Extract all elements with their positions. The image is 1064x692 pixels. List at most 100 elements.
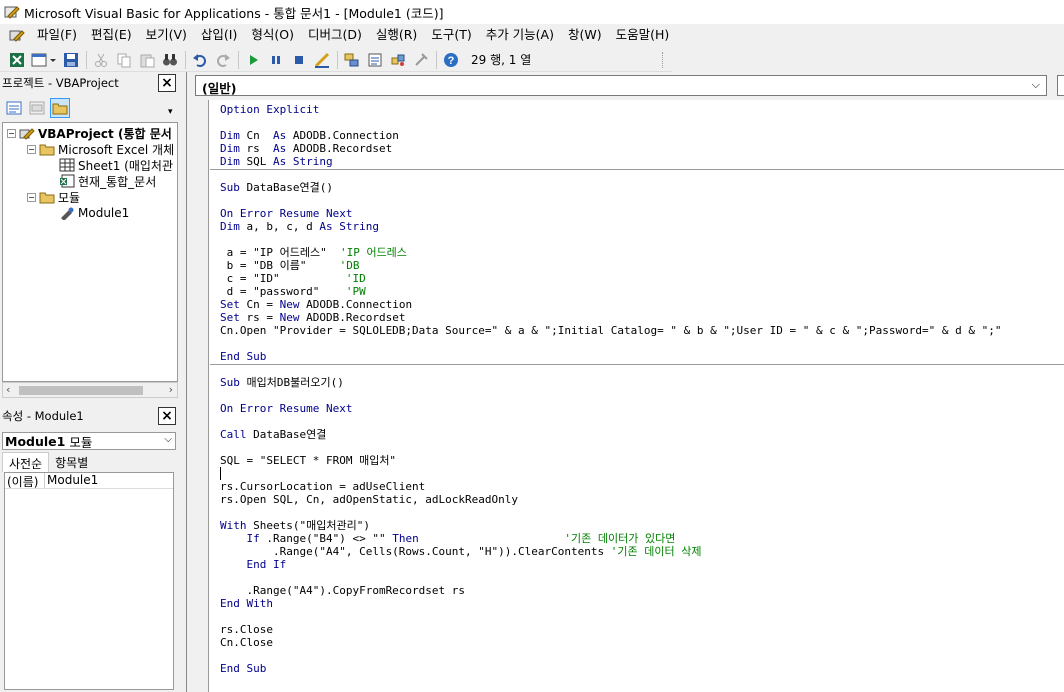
object-combo[interactable]: (일반) ⌵ [195,75,1047,96]
project-horizontal-scrollbar[interactable]: ‹ › [2,382,178,398]
menu-window[interactable]: 창(W) [561,25,609,45]
menu-help[interactable]: 도움말(H) [609,25,677,45]
view-excel-button[interactable] [6,49,28,71]
code-line[interactable]: b = "DB 이름" 'DB [220,259,360,272]
menu-run[interactable]: 실행(R) [369,25,424,45]
tree-node-excel-objects[interactable]: − Microsoft Excel 개체 [27,141,174,157]
code-line[interactable]: End Sub [220,662,266,675]
scroll-right-icon[interactable]: › [169,383,173,396]
close-properties-button[interactable]: × [158,407,176,425]
run-button[interactable] [242,49,264,71]
code-line[interactable]: Dim a, b, c, d As String [220,220,379,233]
toggle-folders-button[interactable] [50,98,70,118]
code-line[interactable]: .Range("A4").CopyFromRecordset rs [220,584,465,597]
toolbar-overflow-grip[interactable] [662,52,668,68]
cut-button[interactable] [90,49,112,71]
code-editor[interactable]: Option Explicit Dim Cn As ADODB.Connectio… [210,100,1064,692]
tab-alphabetic[interactable]: 사전순 [2,452,50,472]
code-margin[interactable] [187,100,209,692]
code-line[interactable]: c = "ID" 'ID [220,272,366,285]
redo-button[interactable] [212,49,234,71]
break-button[interactable] [265,49,287,71]
menu-format[interactable]: 형식(O) [244,25,301,45]
code-line[interactable]: rs.CursorLocation = adUseClient [220,480,425,493]
code-line[interactable]: Dim rs As ADODB.Recordset [220,142,392,155]
code-line[interactable]: Option Explicit [220,103,319,116]
code-line[interactable]: Cn.Open "Provider = SQLOLEDB;Data Source… [220,324,1001,337]
reset-button[interactable] [288,49,310,71]
collapse-toggle[interactable]: − [27,144,36,154]
code-line[interactable]: Set rs = New ADODB.Recordset [220,311,405,324]
menu-insert[interactable]: 삽입(I) [194,25,244,45]
code-line[interactable]: rs.Close [220,623,273,636]
code-line[interactable]: On Error Resume Next [220,207,352,220]
menu-view[interactable]: 보기(V) [139,25,194,45]
code-line[interactable]: On Error Resume Next [220,402,352,415]
folder-icon [52,103,68,115]
tree-node-modules[interactable]: − 모듈 [27,189,80,205]
undo-button[interactable] [189,49,211,71]
project-explorer-button[interactable] [341,49,363,71]
code-line[interactable]: a = "IP 어드레스" 'IP 어드레스 [220,246,407,259]
procedure-combo[interactable] [1057,75,1064,96]
code-line[interactable]: Cn.Close [220,636,273,649]
tree-node-module1[interactable]: Module1 [59,205,129,221]
code-text: ADODB.Connection [286,129,399,142]
insert-form-icon [31,53,56,66]
code-line[interactable]: Dim Cn As ADODB.Connection [220,129,399,142]
code-text: rs = [239,311,280,324]
object-browser-button[interactable] [387,49,409,71]
code-line[interactable]: Call DataBase연결 [220,428,326,441]
close-project-explorer-button[interactable]: × [158,74,176,92]
menu-debug[interactable]: 디버그(D) [301,25,369,45]
paste-button[interactable] [136,49,158,71]
code-line[interactable]: Dim SQL As String [220,155,333,168]
menu-edit[interactable]: 편집(E) [84,25,139,45]
insert-userform-button[interactable] [29,49,59,71]
find-button[interactable] [159,49,181,71]
properties-window-button[interactable] [364,49,386,71]
code-keyword: Sub [220,181,240,194]
code-line[interactable]: Sub DataBase연결() [220,181,333,194]
tree-node-sheet1[interactable]: Sheet1 (매입처관 [59,157,173,173]
text-cursor [220,467,221,480]
code-line[interactable]: End If [220,558,287,571]
stop-icon [295,55,303,64]
property-value[interactable]: Module1 [45,473,98,488]
collapse-toggle[interactable]: − [7,128,16,138]
code-line[interactable]: .Range("A4", Cells(Rows.Count, "H")).Cle… [220,545,701,558]
code-line[interactable]: rs.Open SQL, Cn, adOpenStatic, adLockRea… [220,493,518,506]
view-code-button[interactable] [4,98,24,118]
help-button[interactable]: ? [440,49,462,71]
project-toolbar-overflow[interactable]: ▾ [168,98,176,118]
code-line[interactable]: End With [220,597,273,610]
toolbar-separator [86,50,87,69]
scroll-left-icon[interactable]: ‹ [6,383,10,396]
menu-file[interactable]: 파일(F) [30,25,84,45]
menu-addins[interactable]: 추가 기능(A) [479,25,561,45]
code-line[interactable]: d = "password" 'PW [220,285,366,298]
code-line[interactable]: Set Cn = New ADODB.Connection [220,298,412,311]
menu-tools[interactable]: 도구(T) [424,25,478,45]
code-line[interactable]: End Sub [220,350,266,363]
code-line[interactable]: Sub 매입처DB불러오기() [220,376,344,389]
vbaproject-menu-icon[interactable] [8,27,26,43]
project-tree[interactable]: − VBAProject (통합 문서 − Microsoft Excel 개체… [2,122,178,382]
code-text: c = "ID" [220,272,346,285]
copy-button[interactable] [113,49,135,71]
code-line[interactable]: If .Range("B4") <> "" Then '기존 데이터가 있다면 [220,532,676,545]
code-line[interactable]: With Sheets("매입처관리") [220,519,370,532]
view-object-button[interactable] [27,98,47,118]
design-mode-button[interactable] [311,49,333,71]
object-selector[interactable]: Module1 모듈 ⌵ [2,432,176,450]
code-line[interactable]: SQL = "SELECT * FROM 매입처" [220,454,396,467]
tab-categorized[interactable]: 항목별 [49,452,94,472]
code-keyword: As String [319,220,379,233]
save-button[interactable] [60,49,82,71]
tree-node-vbaproject[interactable]: − VBAProject (통합 문서 [7,125,172,141]
collapse-toggle[interactable]: − [27,192,36,202]
toolbox-button[interactable] [410,49,432,71]
property-row[interactable]: (이름) Module1 [5,473,173,489]
scroll-thumb[interactable] [19,386,143,395]
tree-node-thisworkbook[interactable]: 현재_통합_문서 [59,173,156,189]
